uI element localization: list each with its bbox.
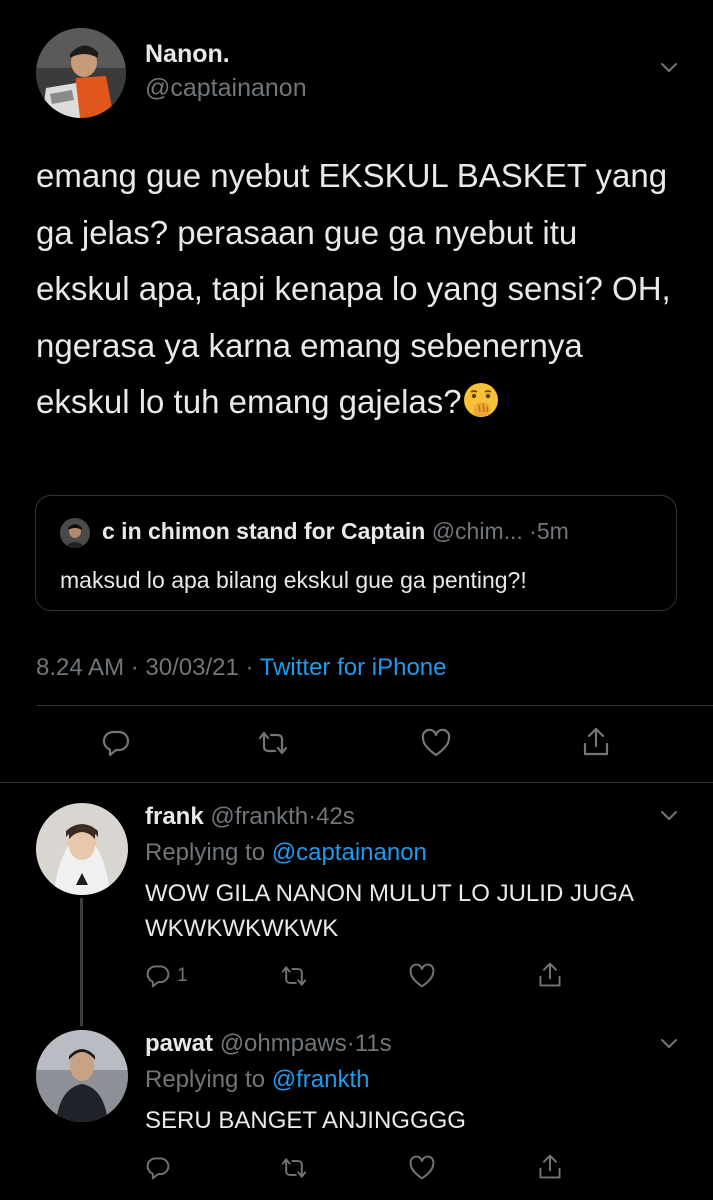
- replying-to: Replying to @captainanon: [145, 839, 427, 867]
- reply-header: frank @frankth·42s: [145, 803, 355, 831]
- separator: ·: [308, 803, 317, 830]
- emoji-icon: [462, 380, 500, 437]
- avatar[interactable]: [36, 1030, 128, 1122]
- reply-button[interactable]: [101, 728, 131, 758]
- like-button[interactable]: [420, 728, 452, 758]
- handle[interactable]: @frankth: [210, 803, 308, 830]
- separator: ·: [346, 1030, 355, 1057]
- like-button[interactable]: [408, 963, 436, 989]
- reply-text: WOW GILA NANON MULUT LO JULID JUGA WKWKW…: [145, 880, 633, 942]
- avatar-image: [36, 1030, 128, 1122]
- replying-to-label: Replying to: [145, 839, 266, 866]
- replying-to-handle[interactable]: @frankth: [272, 1066, 370, 1093]
- quoted-display-name: c in chimon stand for Captain: [102, 518, 426, 544]
- retweet-icon: [281, 1158, 307, 1178]
- share-button[interactable]: [581, 726, 611, 758]
- retweet-button[interactable]: [279, 963, 309, 989]
- avatar[interactable]: [36, 803, 128, 895]
- reply-button[interactable]: 1: [145, 963, 188, 989]
- timestamp: 42s: [316, 803, 355, 830]
- replying-to-handle[interactable]: @captainanon: [272, 839, 427, 866]
- reply-icon: [102, 730, 130, 757]
- retweet-icon: [281, 966, 307, 986]
- reply-button[interactable]: [145, 1155, 171, 1181]
- reply-text: SERU BANGET ANJINGGGG: [145, 1107, 466, 1134]
- tweet-time: 8.24 AM: [36, 654, 125, 681]
- tweet-source[interactable]: Twitter for iPhone: [260, 654, 447, 681]
- divider: [36, 705, 713, 706]
- share-button[interactable]: [537, 1153, 563, 1181]
- reply-icon: [146, 1157, 170, 1180]
- meta-separator: ·: [130, 654, 139, 681]
- replying-to-label: Replying to: [145, 1066, 266, 1093]
- quoted-avatar: [60, 518, 90, 548]
- share-icon: [583, 727, 609, 756]
- avatar-image: [36, 803, 128, 895]
- retweet-icon: [258, 731, 288, 755]
- quoted-time: 5m: [536, 518, 569, 544]
- share-button[interactable]: [537, 961, 563, 989]
- share-icon: [539, 1154, 561, 1179]
- chevron-down-icon[interactable]: [660, 62, 678, 74]
- replying-to: Replying to @frankth: [145, 1066, 369, 1094]
- avatar-image: [36, 28, 126, 118]
- display-name[interactable]: frank: [145, 803, 204, 830]
- quoted-header: c in chimon stand for Captain @chim... ·…: [102, 518, 672, 545]
- share-icon: [539, 962, 561, 987]
- meta-separator: ·: [245, 654, 254, 681]
- tweet-date: 30/03/21: [145, 654, 239, 681]
- timestamp: 11s: [354, 1030, 392, 1057]
- retweet-button[interactable]: [279, 1155, 309, 1181]
- handle[interactable]: @captainanon: [145, 74, 307, 103]
- tweet-text: emang gue nyebut EKSKUL BASKET yang ga j…: [36, 148, 676, 437]
- reply-count: 1: [177, 965, 188, 986]
- quoted-handle: @chim...: [431, 518, 523, 544]
- heart-icon: [409, 963, 435, 988]
- retweet-button[interactable]: [256, 728, 290, 758]
- reply-header: pawat @ohmpaws·11s: [145, 1030, 392, 1058]
- quoted-text: maksud lo apa bilang ekskul gue ga penti…: [60, 567, 527, 593]
- quoted-tweet[interactable]: c in chimon stand for Captain @chim... ·…: [35, 495, 677, 611]
- display-name[interactable]: Nanon.: [145, 40, 230, 69]
- quoted-separator: ·: [529, 518, 537, 544]
- tweet-text-body: emang gue nyebut EKSKUL BASKET yang ga j…: [36, 157, 671, 420]
- display-name[interactable]: pawat: [145, 1030, 213, 1057]
- divider: [0, 782, 713, 783]
- chevron-down-icon[interactable]: [660, 1038, 678, 1050]
- reply-icon: [146, 965, 170, 988]
- avatar[interactable]: [36, 28, 126, 118]
- like-button[interactable]: [408, 1155, 436, 1181]
- heart-icon: [421, 728, 451, 757]
- heart-icon: [409, 1155, 435, 1180]
- chevron-down-icon[interactable]: [660, 810, 678, 822]
- thread-line: [80, 898, 83, 1026]
- handle[interactable]: @ohmpaws: [220, 1030, 347, 1057]
- tweet-meta: 8.24 AM · 30/03/21 · Twitter for iPhone: [36, 654, 446, 682]
